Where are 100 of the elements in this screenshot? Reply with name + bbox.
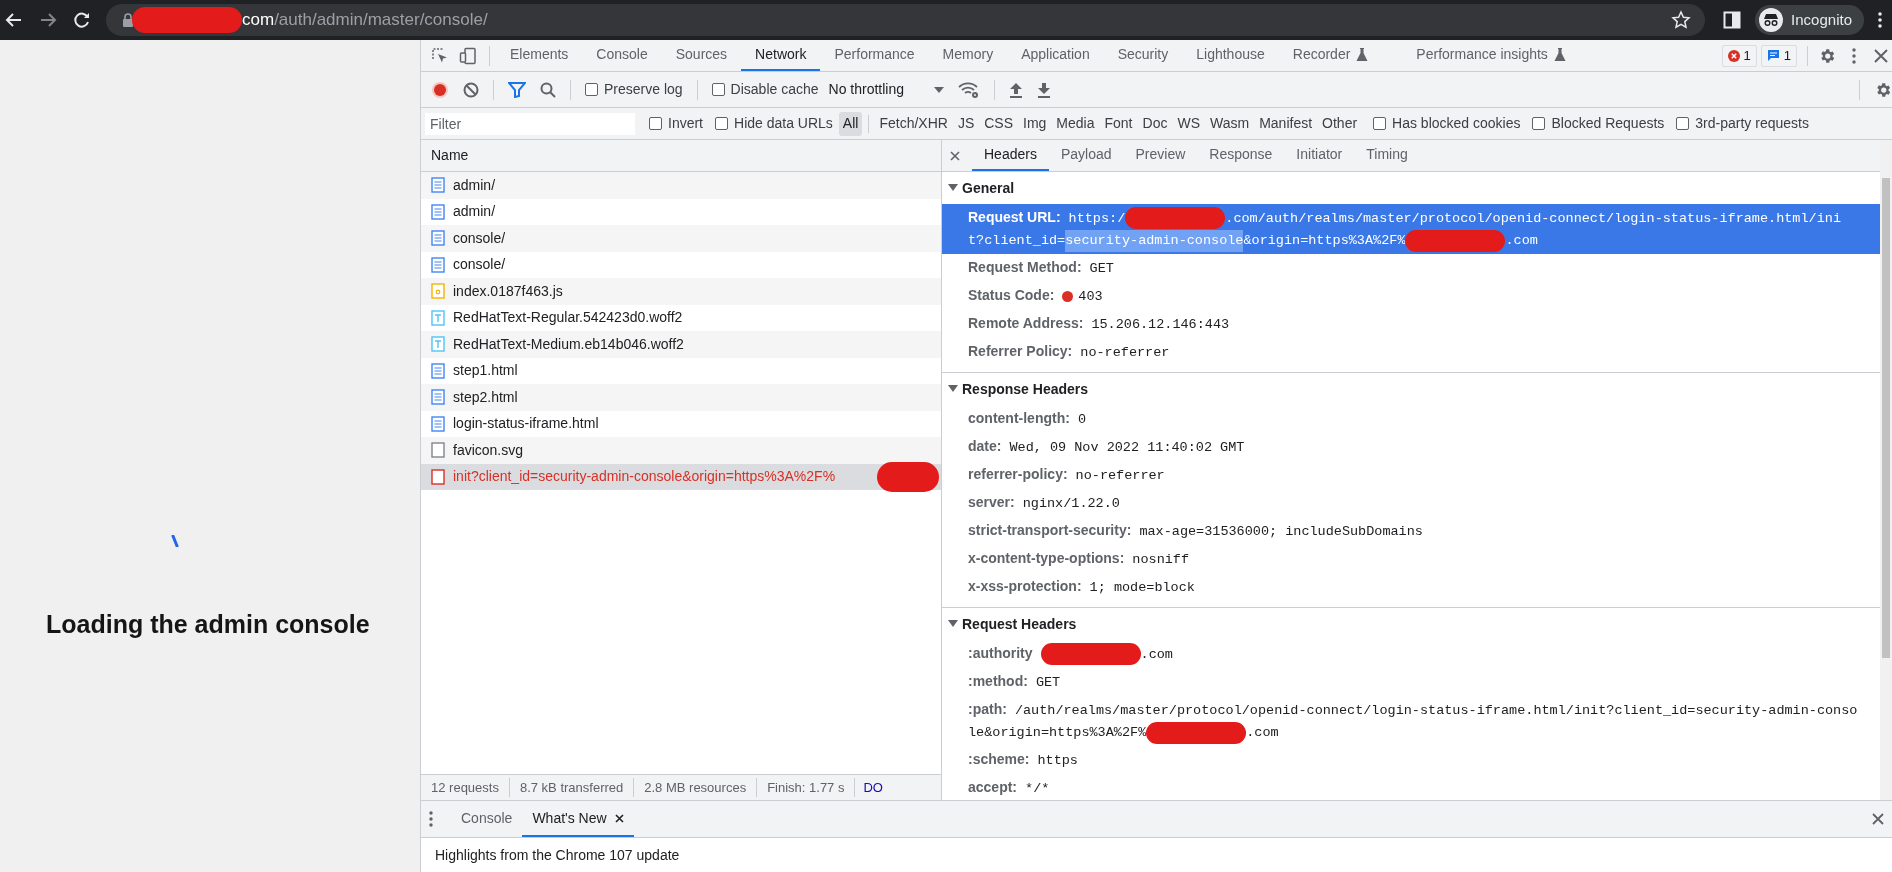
type-filter-button[interactable]: Other [1318, 111, 1362, 136]
close-icon[interactable] [614, 813, 624, 823]
checkbox[interactable]: Has blocked cookies [1373, 113, 1521, 134]
header-name: referrer-policy: [968, 465, 1068, 484]
request-name: init?client_id=security-admin-console&origin=https%3A%2F% [453, 467, 836, 487]
side-panel-icon[interactable] [1723, 11, 1742, 29]
devtools-tab[interactable]: Sources [661, 40, 742, 71]
throttling-dropdown[interactable]: No throttling [828, 79, 944, 100]
section-header[interactable]: General [942, 172, 1880, 204]
request-name: index.0187f463.js [453, 281, 563, 301]
checkbox[interactable]: Preserve log [585, 79, 683, 100]
devtools-tab[interactable]: Security [1103, 40, 1183, 71]
header-name: x-xss-protection: [968, 577, 1082, 596]
download-icon[interactable] [1037, 81, 1051, 98]
devtools-tab[interactable]: Recorder [1278, 40, 1383, 71]
search-icon[interactable] [540, 81, 556, 98]
file-icon [431, 442, 445, 459]
type-filter-button[interactable]: JS [953, 111, 979, 136]
device-toolbar-icon[interactable] [459, 46, 477, 65]
devtools-tab[interactable]: Lighthouse [1182, 40, 1279, 71]
devtools-tab[interactable]: Performance insights [1402, 40, 1580, 71]
star-icon[interactable] [1671, 10, 1692, 30]
menu-icon[interactable] [1878, 12, 1882, 28]
document-icon [431, 256, 445, 273]
request-row[interactable]: favicon.svg [421, 437, 941, 464]
header-value: &origin=https%3A%2F% [1243, 232, 1406, 250]
file-icon [431, 468, 445, 485]
request-row[interactable]: index.0187f463.js [421, 278, 941, 305]
section-header[interactable]: Response Headers [942, 373, 1880, 405]
type-filter-button[interactable]: Img [1019, 111, 1051, 136]
checkbox[interactable]: Disable cache [711, 79, 819, 100]
type-filter-button[interactable]: Media [1052, 111, 1099, 136]
detail-tab[interactable]: Headers [972, 140, 1049, 171]
font-icon [431, 336, 445, 353]
clear-icon[interactable] [463, 81, 479, 98]
request-name: login-status-iframe.html [453, 414, 599, 434]
reload-icon[interactable] [72, 10, 92, 30]
header-value: .com [1505, 232, 1538, 250]
error-icon [1727, 49, 1740, 62]
header-value: https [1037, 752, 1078, 770]
detail-tab[interactable]: Initiator [1284, 140, 1355, 171]
request-name: admin/ [453, 175, 496, 195]
type-filter-button[interactable]: Wasm [1206, 111, 1254, 136]
checkbox[interactable]: Invert [649, 113, 703, 134]
section-header[interactable]: Request Headers [942, 608, 1880, 640]
drawer-tab[interactable]: Console [451, 801, 523, 837]
type-filter-button[interactable]: CSS [980, 111, 1017, 136]
type-filter-button[interactable]: Manifest [1255, 111, 1317, 136]
type-filter-button[interactable]: Doc [1138, 111, 1172, 136]
drawer-tab[interactable]: What's New [522, 801, 634, 837]
scrollbar[interactable] [1880, 140, 1892, 800]
record-button-icon[interactable] [431, 80, 449, 99]
devtools-tab[interactable]: Memory [928, 40, 1008, 71]
checkbox[interactable]: Blocked Requests [1532, 113, 1665, 134]
type-filter-button[interactable]: Fetch/XHR [875, 111, 952, 136]
checkbox[interactable]: 3rd-party requests [1676, 113, 1809, 134]
column-header[interactable]: Name [431, 145, 469, 166]
detail-tab[interactable]: Preview [1123, 140, 1198, 171]
document-icon [431, 177, 445, 194]
devtools-tab[interactable]: Application [1007, 40, 1104, 71]
incognito-badge[interactable]: Incognito [1755, 5, 1864, 35]
upload-icon[interactable] [1009, 81, 1023, 98]
font-icon [431, 309, 445, 326]
detail-tab[interactable]: Payload [1048, 140, 1124, 171]
request-row[interactable]: admin/ [421, 172, 941, 199]
dom-content-loaded-link[interactable]: DO [855, 777, 891, 798]
header-value: 403 [1078, 288, 1103, 306]
devtools-tab[interactable]: Elements [496, 40, 583, 71]
devtools-tab[interactable]: Performance [820, 40, 929, 71]
header-name: :path: [968, 700, 1007, 719]
header-value: Wed, 09 Nov 2022 11:40:02 GMT [1009, 439, 1245, 457]
header-name: :method: [968, 672, 1028, 691]
summary-text: 2.8 MB resources [634, 777, 758, 798]
messages-badge[interactable]: 1 [1760, 44, 1797, 67]
more-options-icon[interactable] [1852, 47, 1856, 64]
request-row[interactable]: step2.html [421, 384, 941, 411]
drawer-menu-icon[interactable] [429, 811, 433, 827]
errors-badge[interactable]: 1 [1721, 44, 1757, 67]
url-host: com [242, 9, 275, 32]
header-name: accept: [968, 778, 1018, 797]
type-filter-button[interactable]: All [838, 111, 863, 136]
request-row[interactable]: console/ [421, 225, 941, 252]
section-title: Request Headers [962, 614, 1077, 634]
selected-text: security-admin-console [1065, 230, 1244, 252]
error-status-icon [1062, 290, 1074, 302]
network-conditions-icon[interactable] [958, 80, 980, 99]
detail-tab[interactable]: Response [1197, 140, 1285, 171]
devtools-tab[interactable]: Console [582, 40, 662, 71]
address-bar[interactable]: com/auth/admin/master/console/ [106, 4, 1706, 36]
type-filter-button[interactable]: WS [1173, 111, 1204, 136]
filter-icon[interactable] [508, 81, 526, 98]
type-filter-button[interactable]: Font [1100, 111, 1137, 136]
caret-icon [948, 620, 958, 628]
whats-new-headline: Highlights from the Chrome 107 update [435, 845, 680, 865]
request-row[interactable]: RedHatText-Medium.eb14b046.woff2 [421, 331, 941, 358]
header-value: no-referrer [1075, 467, 1165, 485]
filter-field[interactable]: Filter [425, 112, 635, 135]
checkbox[interactable]: Hide data URLs [715, 113, 833, 134]
request-row[interactable]: init?client_id=security-admin-console&origin=https%3A%2F% [421, 463, 941, 490]
detail-tab[interactable]: Timing [1354, 140, 1420, 171]
